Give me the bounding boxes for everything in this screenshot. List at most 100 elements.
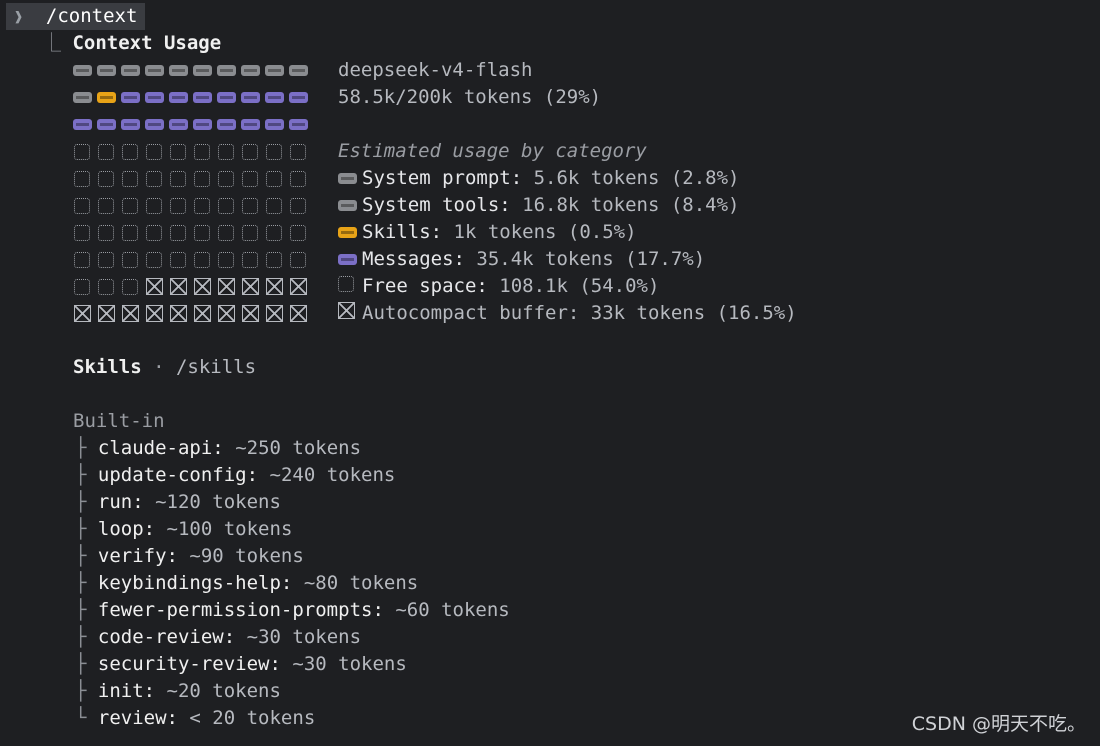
skill-item: ├ update-config: ~240 tokens	[75, 462, 395, 489]
autocompact-buffer-icon	[74, 305, 91, 322]
free-space-icon	[74, 278, 90, 295]
free-space-icon	[194, 197, 210, 214]
category-value: 35.4k tokens (17.7%)	[464, 248, 706, 270]
autocompact-buffer-icon	[218, 305, 235, 322]
skill-name: keybindings-help:	[97, 572, 293, 594]
skill-name: update-config:	[97, 464, 259, 486]
autocompact-buffer-icon	[146, 278, 163, 295]
skill-tokens: ~20 tokens	[155, 680, 281, 702]
tree-branch-icon: ├	[75, 464, 87, 486]
prompt-line: ❱ /context	[14, 3, 137, 30]
system-block-icon	[265, 65, 284, 76]
tree-branch-icon: ├	[75, 518, 87, 540]
tree-branch-icon: ├	[75, 680, 87, 702]
free-space-icon	[290, 197, 306, 214]
tree-branch-icon: ├	[75, 437, 87, 459]
category-label: System prompt:	[362, 167, 523, 189]
autocompact-buffer-icon	[338, 302, 355, 319]
system-block-icon	[289, 65, 308, 76]
free-space-icon	[242, 143, 258, 160]
autocompact-buffer-icon	[194, 305, 211, 322]
skill-item: ├ init: ~20 tokens	[75, 678, 281, 705]
skill-name: fewer-permission-prompts:	[97, 599, 384, 621]
system-block-icon	[145, 65, 164, 76]
free-space-icon	[242, 170, 258, 187]
skill-item: ├ run: ~120 tokens	[75, 489, 281, 516]
tree-branch-icon: ├	[75, 653, 87, 675]
tree-corner-icon: ⎿	[42, 32, 62, 54]
free-space-icon	[170, 170, 186, 187]
grid-row	[73, 246, 313, 273]
free-space-icon	[74, 143, 90, 160]
tree-branch-icon: ├	[75, 572, 87, 594]
model-name: deepseek-v4-flash	[338, 59, 533, 81]
system-block-icon	[73, 65, 92, 76]
free-space-icon	[170, 251, 186, 268]
autocompact-buffer-icon	[98, 305, 115, 322]
free-space-icon	[122, 197, 138, 214]
context-title: Context Usage	[72, 32, 222, 54]
skills-block-icon	[97, 92, 116, 103]
skill-item: ├ keybindings-help: ~80 tokens	[75, 570, 418, 597]
skill-item: ├ code-review: ~30 tokens	[75, 624, 361, 651]
free-space-icon	[170, 143, 186, 160]
free-space-icon	[98, 251, 114, 268]
skill-name: review:	[97, 707, 178, 729]
free-space-icon	[98, 278, 114, 295]
category-item: System tools: 16.8k tokens (8.4%)	[338, 192, 740, 219]
tree-branch-icon: ├	[75, 626, 87, 648]
category-value: 1k tokens (0.5%)	[442, 221, 637, 243]
category-swatch	[338, 300, 355, 327]
messages-block-icon	[97, 119, 116, 130]
free-space-icon	[98, 224, 114, 241]
grid-row	[73, 165, 313, 192]
free-space-icon	[146, 224, 162, 241]
free-space-icon	[170, 224, 186, 241]
free-space-icon	[146, 197, 162, 214]
category-value: 5.6k tokens (2.8%)	[522, 167, 740, 189]
tree-branch-icon: └	[75, 707, 87, 729]
free-space-icon	[242, 251, 258, 268]
skill-item: ├ fewer-permission-prompts: ~60 tokens	[75, 597, 510, 624]
messages-block-icon	[73, 119, 92, 130]
skill-name: claude-api:	[97, 437, 224, 459]
free-space-icon	[290, 251, 306, 268]
tokens-summary: 58.5k/200k tokens (29%)	[338, 86, 602, 108]
messages-block-icon	[121, 119, 140, 130]
category-item: Autocompact buffer: 33k tokens (16.5%)	[338, 300, 797, 327]
free-space-icon	[194, 251, 210, 268]
skill-tokens: ~90 tokens	[177, 545, 304, 567]
category-heading: Estimated usage by category	[338, 140, 647, 162]
messages-block-icon	[338, 254, 357, 265]
free-space-icon	[74, 170, 90, 187]
free-space-icon	[218, 143, 234, 160]
free-space-icon	[74, 224, 90, 241]
free-space-icon	[122, 224, 138, 241]
category-swatch	[338, 273, 355, 300]
skill-name: run:	[97, 491, 144, 513]
category-swatch	[338, 192, 357, 219]
free-space-icon	[338, 276, 354, 292]
messages-block-icon	[265, 92, 284, 103]
context-header: ⎿ Context Usage	[42, 30, 221, 57]
grid-row	[73, 57, 313, 84]
category-value: 33k tokens (16.5%)	[579, 302, 797, 324]
messages-block-icon	[121, 92, 140, 103]
grid-row	[73, 138, 313, 165]
autocompact-buffer-icon	[170, 278, 187, 295]
free-space-icon	[218, 251, 234, 268]
free-space-icon	[290, 143, 306, 160]
category-value: 108.1k (54.0%)	[487, 275, 660, 297]
skill-name: init:	[97, 680, 156, 702]
skill-item: ├ verify: ~90 tokens	[75, 543, 304, 570]
skills-group-label: Built-in	[73, 410, 165, 432]
messages-block-icon	[289, 119, 308, 130]
skill-tokens: < 20 tokens	[177, 707, 316, 729]
grid-row	[73, 219, 313, 246]
free-space-icon	[146, 170, 162, 187]
category-label: Messages:	[362, 248, 465, 270]
free-space-icon	[290, 170, 306, 187]
autocompact-buffer-icon	[242, 305, 259, 322]
grid-row	[73, 111, 313, 138]
skill-item: ├ claude-api: ~250 tokens	[75, 435, 361, 462]
